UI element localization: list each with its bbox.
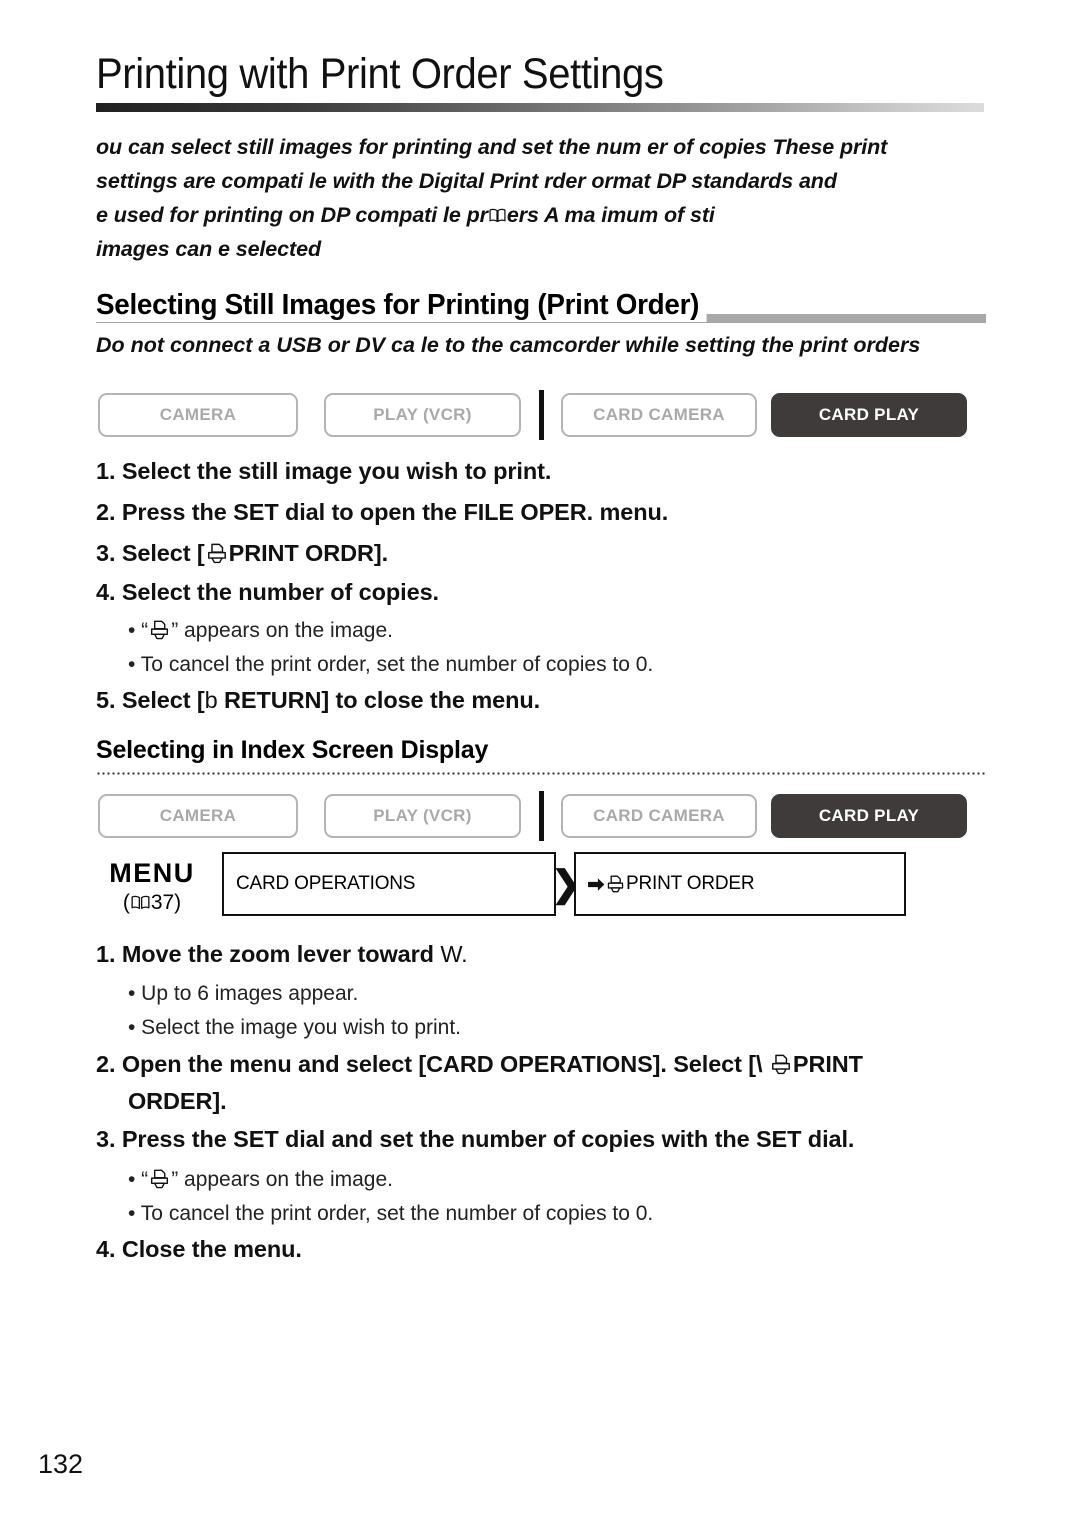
step-2-open-menu: 2. Open the menu and select [CARD OPERAT… [96,1051,863,1078]
mode-button-camera[interactable]: CAMERA [98,794,298,838]
book-icon [488,206,507,225]
bullet-cancel-print-order-2: • To cancel the print order, set the num… [128,1202,654,1225]
bullet-up-to-6-images: • Up to 6 images appear. [128,982,359,1005]
menu-word: MENU [109,858,195,888]
step-5-prefix: 5. Select [ [96,687,205,713]
arrow-right-icon [588,877,605,892]
bullet-prefix: • “ [128,619,149,642]
menu-box-card-operations[interactable]: CARD OPERATIONS [222,852,556,916]
printer-icon [149,620,170,640]
menu-page-reference: (37) [96,888,208,918]
step-1-w-glyph: W. [440,941,468,967]
subsection-heading: Selecting in Index Screen Display [96,736,489,764]
page-ref-number: 37 [150,891,175,914]
step-2-continuation: ORDER]. [128,1088,227,1114]
mode-group-divider [539,791,544,841]
page-ref-suffix: ) [174,891,182,914]
intro-line-3: e used for printing on DP compati le pr e… [96,198,1080,232]
printer-icon [770,1054,792,1075]
book-icon [130,893,151,912]
step-4-close-menu: 4. Close the menu. [96,1236,302,1262]
mode-button-card-camera[interactable]: CARD CAMERA [561,794,757,838]
menu-box-1-label: CARD OPERATIONS [236,873,416,894]
mode-button-row-2: CAMERA PLAY (VCR) CARD CAMERA CARD PLAY [98,791,967,841]
bullet-printer-appears-2: • “ ” appears on the image. [128,1168,393,1192]
page-number: 132 [38,1449,84,1479]
step-3-press-set-dial: 3. Press the SET dial and set the number… [96,1126,855,1152]
intro-line-3-post: ers A ma imum of sti [506,203,715,227]
menu-label-group: MENU (37) [96,858,208,918]
printer-icon [149,1169,170,1189]
bullet-suffix: ” appears on the image. [171,1168,393,1191]
step-1-move-zoom-lever: 1. Move the zoom lever toward W. [96,941,468,968]
page-ref-prefix: ( [122,891,130,914]
mode-button-card-play[interactable]: CARD PLAY [771,794,967,838]
mode-button-row-1: CAMERA PLAY (VCR) CARD CAMERA CARD PLAY [98,390,967,440]
printer-icon [206,543,228,564]
step-1-select-still-image: 1. Select the still image you wish to pr… [96,458,552,484]
title-gradient-rule [96,103,984,112]
section-heading: Selecting Still Images for Printing (Pri… [96,289,707,322]
section-heading-group: Selecting Still Images for Printing (Pri… [96,288,986,324]
step-5-suffix: RETURN] to close the menu. [217,687,541,713]
step-3-suffix: PRINT ORDR]. [228,540,389,566]
step-1-prefix: 1. Move the zoom lever toward [96,941,441,967]
printer-icon [606,875,625,893]
menu-box-2-label: PRINT ORDER [626,873,755,894]
mode-group-divider [539,390,544,440]
intro-line-1: ou can select still images for printing … [96,135,888,159]
step-4-select-copies: 4. Select the number of copies. [96,579,439,605]
mode-button-card-play[interactable]: CARD PLAY [771,393,967,437]
bullet-prefix: • “ [128,1168,149,1191]
warning-text: Do not connect a USB or DV ca le to the … [96,333,921,357]
step-2-prefix: 2. Open the menu and select [CARD OPERAT… [96,1051,769,1077]
intro-paragraph: ou can select still images for printing … [96,130,1080,266]
intro-line-3-pre: e used for printing on DP compati le pr [96,203,488,227]
menu-navigation-block: MENU (37) CARD OPERATIONS ❯❯ PRINT ORDER [96,852,986,922]
step-5-select-return: 5. Select [b RETURN] to close the menu. [96,687,540,714]
manual-page: Printing with Print Order Settings ou ca… [0,0,1080,1529]
bullet-cancel-print-order-1: • To cancel the print order, set the num… [128,653,654,676]
dotted-divider [96,772,986,775]
menu-box-print-order[interactable]: PRINT ORDER [574,852,906,916]
intro-line-2: settings are compati le with the Digital… [96,169,837,193]
mode-button-play-vcr[interactable]: PLAY (VCR) [324,393,521,437]
intro-line-4: images can e selected [96,237,321,261]
step-5-return-glyph: b [204,687,218,713]
step-3-prefix: 3. Select [ [96,540,205,566]
mode-button-play-vcr[interactable]: PLAY (VCR) [324,794,521,838]
mode-button-camera[interactable]: CAMERA [98,393,298,437]
step-2-suffix: PRINT [792,1051,863,1077]
bullet-printer-appears-1: • “ ” appears on the image. [128,619,393,643]
page-title: Printing with Print Order Settings [96,50,664,98]
bullet-suffix: ” appears on the image. [171,619,393,642]
mode-button-card-camera[interactable]: CARD CAMERA [561,393,757,437]
bullet-select-image: • Select the image you wish to print. [128,1016,462,1039]
step-3-select-print-ordr: 3. Select [ PRINT ORDR]. [96,540,388,567]
step-2-press-set-dial: 2. Press the SET dial to open the FILE O… [96,499,669,525]
